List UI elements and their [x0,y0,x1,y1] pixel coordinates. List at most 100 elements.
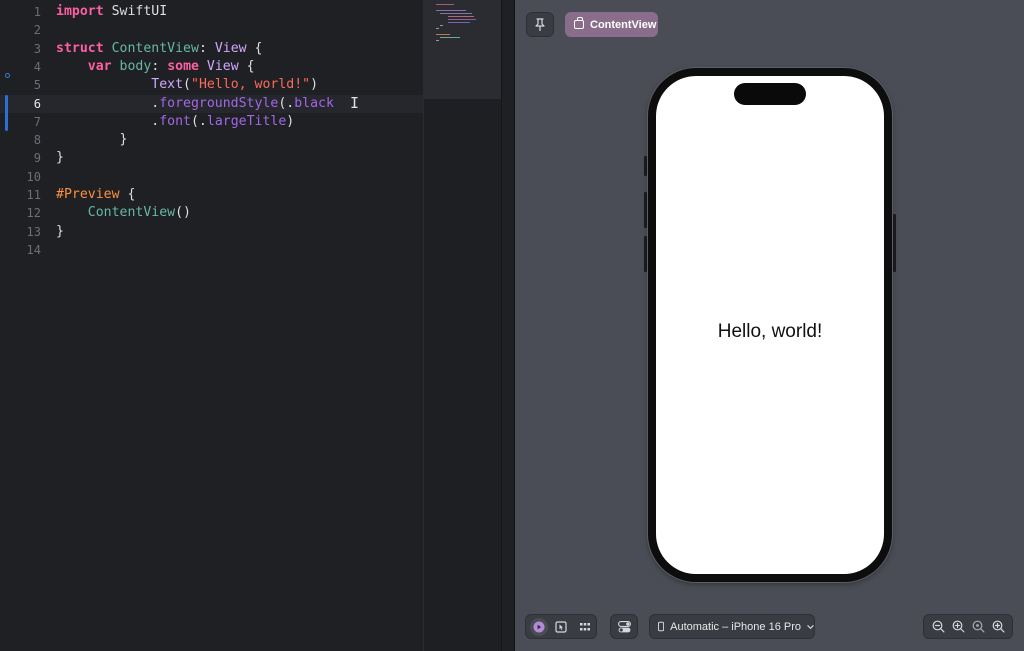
code-token: Text [151,77,184,93]
code-token: body [119,58,152,74]
line-number: 11 [26,188,41,202]
zoom-out-button[interactable] [929,618,947,636]
minimap-line [436,10,466,11]
code-line[interactable]: 12 ContentView() [0,204,423,222]
code-token: : [151,58,168,74]
minimap-line [448,19,476,20]
variants-button[interactable] [577,619,593,635]
line-number: 13 [26,224,41,239]
dynamic-island [734,83,806,105]
code-line[interactable]: 9} [0,149,423,167]
code-text: } [56,131,128,149]
preview-mode-toolbar [525,614,597,639]
code-token: ( [183,77,191,93]
source-change-bar[interactable] [5,95,8,131]
code-token: { [246,40,263,56]
line-number: 8 [33,133,41,148]
code-text: .font(.largeTitle) [56,113,294,131]
hello-world-text[interactable]: Hello, world! [648,321,892,343]
code-line[interactable]: 3 struct ContentView: View { [0,40,423,58]
minimap-line [436,40,439,41]
code-line[interactable]: 11 #Preview { [0,186,423,204]
code-line[interactable]: 4 var body: some View { [0,58,423,76]
content-view-chip[interactable]: ContentView [565,12,658,37]
code-token: font [159,113,191,129]
zoom-in-button[interactable] [989,618,1007,636]
code-token: largeTitle [206,113,287,129]
line-number: 3 [33,41,41,56]
line-number: 5 [33,78,41,93]
zoom-to-fit-button[interactable] [949,618,967,636]
code-text: ContentView() [56,204,191,222]
code-line[interactable]: 6 .foregroundStyle(.black [0,94,423,113]
code-token: var [87,58,112,74]
code-line[interactable]: 14 [0,241,423,259]
split-divider[interactable] [501,0,515,651]
zoom-100-button[interactable] [969,618,987,636]
code-line[interactable]: 5 Text("Hello, world!") [0,76,423,94]
preview-canvas[interactable]: ContentView Hello, world! Automatic – iP… [515,0,1024,651]
minimap-line [436,4,454,5]
iphone-icon [658,621,665,632]
code-text: import SwiftUI [56,3,167,21]
code-token: ContentView [87,205,176,221]
iphone-preview-device: Hello, world! [644,68,896,582]
line-number: 1 [33,5,41,19]
code-token: } [56,223,64,239]
zoom-100-icon [972,620,984,633]
code-line[interactable]: 10 [0,168,423,186]
minimap[interactable] [423,0,502,651]
line-number: 14 [26,242,41,257]
code-line[interactable]: 8 } [0,131,423,149]
code-token: black [294,95,334,111]
code-token: View [206,58,239,74]
code-token: } [56,150,64,166]
device-settings-button[interactable] [610,614,638,639]
code-token: some [167,58,199,74]
code-text: } [56,223,64,241]
minimap-line [440,37,460,38]
pin-icon [535,18,545,31]
code-line[interactable]: 1 import SwiftUI [0,3,423,21]
code-token: } [56,132,128,148]
code-line[interactable]: 13} [0,223,423,241]
line-number: 2 [33,23,41,38]
code-text: #Preview { [56,186,135,204]
selectable-mode-button[interactable] [553,619,569,635]
text-cursor-icon: I [350,94,360,112]
code-token: (. [190,113,207,129]
phone-power-button [893,214,896,272]
minimap-line [436,28,439,29]
code-text: struct ContentView: View { [56,40,262,58]
variants-icon [580,623,590,631]
code-token: SwiftUI [103,4,168,19]
code-token: () [175,205,191,221]
line-number: 12 [26,206,41,221]
minimap-line [440,25,443,26]
code-line[interactable]: 2 [0,21,423,39]
code-token: { [119,187,136,202]
code-line[interactable]: 7 .font(.largeTitle) [0,113,423,131]
live-preview-icon [533,621,545,633]
live-preview-button[interactable] [530,618,548,636]
minimap-line [440,13,472,14]
code-token: { [238,58,255,74]
content-view-chip-label: ContentView [590,18,657,31]
code-editor[interactable]: 14 13} 12 ContentView() 11 #Preview {10 9} 8 }… [0,0,423,651]
code-token: #Preview [56,187,120,202]
code-token: foregroundStyle [159,95,279,111]
phone-action-button [644,156,647,176]
pin-preview-button[interactable] [526,12,554,37]
code-token: ) [286,113,295,129]
code-text: var body: some View { [56,58,255,76]
minimap-visible-region[interactable] [424,0,502,99]
device-selector[interactable]: Automatic – iPhone 16 Pro [649,614,815,639]
change-indicator-dot[interactable] [5,73,10,78]
zoom-controls [923,614,1013,639]
selectable-icon [555,621,567,633]
